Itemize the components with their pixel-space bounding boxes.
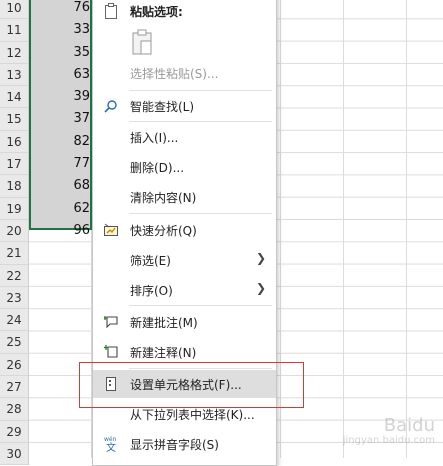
sort-item[interactable]: 排序(O) ❯ [93, 276, 276, 304]
watermark-text: Baidu [383, 415, 435, 436]
row-header[interactable]: 25 [0, 331, 28, 354]
smart-lookup-item[interactable]: 智能查找(L) [93, 92, 276, 120]
table-cell[interactable]: 76 [29, 0, 92, 19]
row-header[interactable]: 15 [0, 108, 28, 131]
table-cell[interactable]: 63 [29, 64, 92, 86]
row-header[interactable]: 12 [0, 42, 28, 64]
table-cell[interactable]: 33 [29, 19, 92, 41]
row-header[interactable]: 17 [0, 153, 28, 176]
row-header[interactable]: 19 [0, 198, 28, 220]
comment-icon [101, 312, 121, 332]
search-icon [101, 96, 121, 116]
clipboard-icon [101, 1, 121, 21]
paste-special-label: 选择性粘贴(S)... [130, 67, 219, 81]
svg-text:wén: wén [104, 436, 117, 443]
new-comment-item[interactable]: 新建批注(M) [93, 308, 276, 336]
row-header[interactable]: 13 [0, 64, 28, 87]
insert-item[interactable]: 插入(I)... [93, 123, 276, 151]
paste-button[interactable] [131, 29, 153, 55]
menu-separator [129, 90, 272, 91]
new-comment-label: 新建批注(M) [130, 316, 198, 330]
chevron-right-icon: ❯ [255, 281, 266, 295]
note-icon [101, 342, 121, 362]
row-header[interactable]: 28 [0, 398, 28, 421]
filter-label: 筛选(E) [130, 254, 171, 268]
table-cell[interactable]: 68 [29, 175, 92, 197]
row-header[interactable]: 29 [0, 421, 28, 443]
table-cell[interactable]: 37 [29, 108, 92, 130]
row-header[interactable]: 16 [0, 131, 28, 154]
quick-analysis-label: 快速分析(Q) [130, 224, 197, 238]
paste-options-label: 粘贴选项: [130, 5, 183, 19]
menu-separator [129, 121, 272, 122]
highlight-annotation [79, 362, 304, 408]
table-cell[interactable]: 39 [29, 86, 92, 108]
row-header[interactable]: 11 [0, 19, 28, 42]
delete-label: 删除(D)... [130, 161, 185, 175]
row-header[interactable]: 23 [0, 287, 28, 310]
table-cell[interactable]: 82 [29, 131, 92, 153]
delete-item[interactable]: 删除(D)... [93, 153, 276, 181]
row-header[interactable]: 21 [0, 242, 28, 265]
pick-from-list-label: 从下拉列表中选择(K)... [130, 408, 255, 422]
phonetic-label: 显示拼音字段(S) [130, 438, 219, 452]
row-headers: 10 11 12 13 14 15 16 17 18 19 20 21 22 2… [0, 0, 29, 466]
value-column: 76 33 35 63 39 37 82 77 68 62 96 [29, 0, 92, 242]
table-cell[interactable]: 77 [29, 153, 92, 175]
svg-text:文: 文 [106, 441, 116, 453]
watermark: Baidu jingyan.baidu.com [343, 415, 435, 446]
table-cell[interactable]: 96 [29, 220, 92, 242]
paste-special-item[interactable]: 选择性粘贴(S)... [93, 59, 276, 87]
clear-contents-item[interactable]: 清除内容(N) [93, 183, 276, 211]
row-header[interactable]: 14 [0, 86, 28, 109]
row-header[interactable]: 30 [0, 443, 28, 466]
row-header[interactable]: 26 [0, 354, 28, 377]
row-header[interactable]: 18 [0, 175, 28, 198]
quick-analysis-icon [101, 220, 121, 240]
insert-label: 插入(I)... [130, 131, 179, 145]
table-cell[interactable]: 35 [29, 42, 92, 64]
filter-item[interactable]: 筛选(E) ❯ [93, 246, 276, 274]
phonetic-item[interactable]: wén 文 显示拼音字段(S) [93, 430, 276, 458]
quick-analysis-item[interactable]: 快速分析(Q) [93, 216, 276, 244]
menu-separator [129, 213, 272, 214]
table-cell[interactable]: 62 [29, 198, 92, 220]
row-header[interactable]: 20 [0, 220, 28, 243]
sort-label: 排序(O) [130, 284, 173, 298]
new-note-label: 新建注释(N) [130, 346, 197, 360]
smart-lookup-label: 智能查找(L) [130, 100, 195, 114]
watermark-subtext: jingyan.baidu.com [342, 435, 435, 446]
phonetic-icon: wén 文 [101, 434, 121, 454]
menu-separator [129, 305, 272, 306]
paste-options-header: 粘贴选项: [93, 0, 276, 25]
row-header[interactable]: 27 [0, 376, 28, 399]
row-header[interactable]: 24 [0, 309, 28, 332]
clear-contents-label: 清除内容(N) [130, 191, 197, 205]
row-header[interactable]: 10 [0, 0, 28, 20]
row-header[interactable]: 22 [0, 265, 28, 287]
chevron-right-icon: ❯ [255, 251, 266, 265]
